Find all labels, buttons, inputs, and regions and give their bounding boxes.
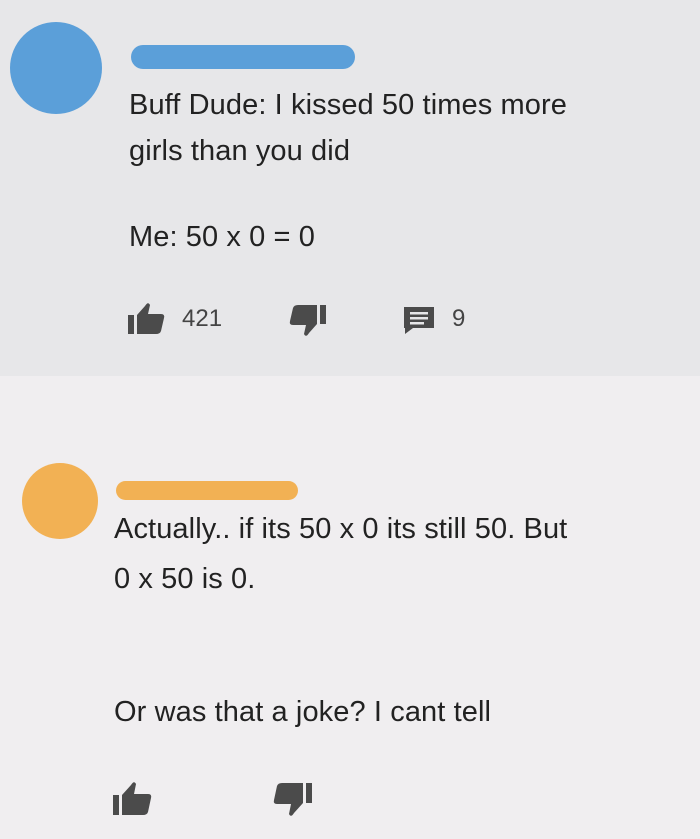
reply-count: 9 (452, 305, 466, 332)
thumbs-up-icon (113, 782, 152, 815)
like-button[interactable] (112, 780, 152, 816)
comment-card-1: Buff Dude: I kissed 50 times more girls … (0, 0, 700, 376)
comment-card-2: Actually.. if its 50 x 0 its still 50. B… (0, 376, 700, 839)
comment-text-line: Actually.. if its 50 x 0 its still 50. B… (114, 513, 568, 545)
avatar[interactable] (22, 463, 98, 539)
thumbs-up-icon (128, 303, 165, 334)
comment-icon (404, 307, 434, 334)
comment-text-line: Buff Dude: I kissed 50 times more (129, 89, 567, 121)
username-placeholder[interactable] (131, 45, 355, 69)
thumbs-down-icon (289, 305, 326, 336)
reply-button[interactable] (402, 305, 436, 335)
comment-text-line: Me: 50 x 0 = 0 (129, 221, 315, 253)
like-count: 421 (182, 305, 223, 332)
comment-text-line: Or was that a joke? I cant tell (114, 696, 492, 728)
thumbs-down-icon (273, 783, 312, 816)
avatar[interactable] (10, 22, 102, 114)
username-placeholder[interactable] (116, 481, 298, 500)
comment-text-line: girls than you did (129, 135, 351, 167)
dislike-button[interactable] (273, 782, 313, 818)
dislike-button[interactable] (289, 304, 327, 338)
comment-text-line: 0 x 50 is 0. (114, 563, 256, 595)
like-button[interactable] (127, 301, 165, 335)
